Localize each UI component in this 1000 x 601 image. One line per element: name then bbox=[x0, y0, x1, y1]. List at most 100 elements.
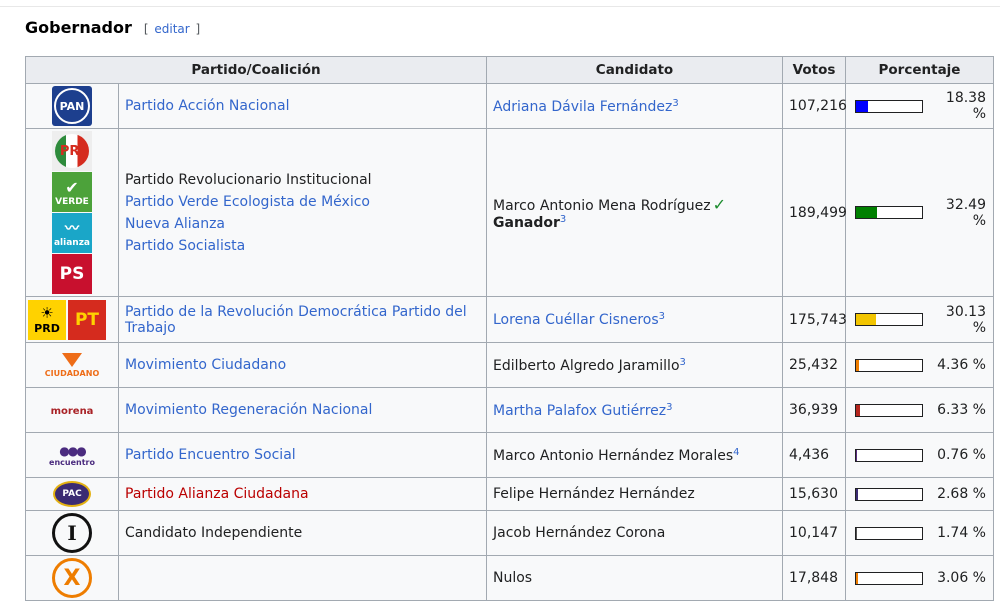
percent-bar-fill bbox=[856, 207, 878, 218]
candidate-name: Marco Antonio Hernández Morales bbox=[493, 447, 734, 464]
party-link[interactable]: Partido Acción Nacional bbox=[125, 98, 289, 114]
percent-bar-fill bbox=[856, 449, 857, 461]
header-percent: Porcentaje bbox=[845, 56, 994, 84]
candidate-name: Nulos bbox=[493, 570, 533, 586]
party-cell: Partido de la Revolución Democrática Par… bbox=[118, 296, 487, 343]
party-logo-cell: morena bbox=[25, 387, 119, 433]
party-cell: Movimiento Regeneración Nacional bbox=[118, 387, 487, 433]
percent-bar-fill bbox=[856, 314, 876, 325]
party-logo-cell: I bbox=[25, 510, 119, 556]
party-link[interactable]: Partido Socialista bbox=[125, 238, 245, 254]
party-link[interactable]: Movimiento Regeneración Nacional bbox=[125, 402, 372, 418]
party-link[interactable]: Partido de la Revolución Democrática Par… bbox=[125, 304, 467, 336]
encuentro-social-logo-icon: ●●● encuentro bbox=[49, 444, 95, 467]
footnote-ref[interactable]: 3 bbox=[680, 357, 686, 368]
votes-cell: 15,630 bbox=[782, 477, 846, 511]
footnote-ref[interactable]: 4 bbox=[733, 447, 739, 458]
candidate-cell: Edilberto Algredo Jaramillo3 bbox=[486, 342, 783, 388]
section-title: Gobernador bbox=[25, 18, 132, 37]
header-row: Partido/Coalición Candidato Votos Porcen… bbox=[25, 56, 994, 84]
party-cell: Partido Revolucionario Institucional Par… bbox=[118, 128, 487, 297]
percent-bar-fill bbox=[856, 404, 861, 416]
votes-cell: 17,848 bbox=[782, 555, 846, 601]
percent-value: 18.38 % bbox=[945, 90, 986, 122]
party-cell: Movimiento Ciudadano bbox=[118, 342, 487, 388]
percent-value: 4.36 % bbox=[937, 357, 986, 373]
percent-bar bbox=[855, 487, 923, 501]
table-row: PRI ✔ VERDE 〰 alianza PS Partido Revolucio… bbox=[25, 128, 994, 297]
votes-cell: 25,432 bbox=[782, 342, 846, 388]
percent-bar-fill bbox=[856, 572, 859, 584]
table-row: PAC Partido Alianza Ciudadana Felipe Her… bbox=[25, 477, 994, 511]
candidate-cell: Felipe Hernández Hernández bbox=[486, 477, 783, 511]
votes-cell: 4,436 bbox=[782, 432, 846, 478]
percent-cell: 18.38 % bbox=[845, 83, 994, 129]
percent-bar-fill bbox=[856, 359, 859, 371]
percent-cell: 1.74 % bbox=[845, 510, 994, 556]
percent-bar-fill bbox=[856, 527, 858, 539]
party-logo-cell: ☀ PRD PT bbox=[25, 296, 119, 343]
votes-cell: 36,939 bbox=[782, 387, 846, 433]
table-row: morena Movimiento Regeneración Nacional … bbox=[25, 387, 994, 433]
top-divider bbox=[0, 6, 1000, 7]
verde-logo-icon: ✔ VERDE bbox=[52, 172, 92, 212]
header-candidate: Candidato bbox=[486, 56, 783, 84]
percent-bar bbox=[855, 571, 923, 585]
candidate-name: Marco Antonio Mena Rodríguez bbox=[493, 197, 711, 214]
party-cell: Candidato Independiente bbox=[118, 510, 487, 556]
results-table: Partido/Coalición Candidato Votos Porcen… bbox=[25, 56, 994, 601]
edit-section: [ editar ] bbox=[143, 22, 201, 36]
candidate-cell: Lorena Cuéllar Cisneros3 bbox=[486, 296, 783, 343]
party-link[interactable]: Partido Encuentro Social bbox=[125, 447, 296, 463]
candidate-cell: Nulos bbox=[486, 555, 783, 601]
candidate-name: Edilberto Algredo Jaramillo bbox=[493, 357, 680, 374]
pan-logo-icon: PAN bbox=[52, 86, 92, 126]
percent-bar bbox=[855, 526, 923, 540]
percent-cell: 0.76 % bbox=[845, 432, 994, 478]
table-row: CIUDADANO Movimiento Ciudadano Edilberto… bbox=[25, 342, 994, 388]
candidate-cell: Martha Palafox Gutiérrez3 bbox=[486, 387, 783, 433]
footnote-ref[interactable]: 3 bbox=[560, 214, 566, 225]
percent-value: 0.76 % bbox=[937, 447, 986, 463]
prd-logo-icon: ☀ PRD bbox=[28, 299, 66, 340]
candidate-name: Jacob Hernández Corona bbox=[493, 525, 666, 541]
votes-cell: 10,147 bbox=[782, 510, 846, 556]
candidate-cell: Jacob Hernández Corona bbox=[486, 510, 783, 556]
party-link[interactable]: Nueva Alianza bbox=[125, 216, 225, 232]
votes-cell: 107,216 bbox=[782, 83, 847, 129]
percent-value: 6.33 % bbox=[937, 402, 986, 418]
party-link[interactable]: Movimiento Ciudadano bbox=[125, 357, 286, 373]
footnote-ref[interactable]: 3 bbox=[672, 98, 678, 109]
percent-bar-fill bbox=[856, 100, 869, 112]
footnote-ref[interactable]: 3 bbox=[666, 402, 672, 413]
party-logo-cell: CIUDADANO bbox=[25, 342, 119, 388]
candidate-link[interactable]: Adriana Dávila Fernández bbox=[493, 99, 672, 115]
table-row: I Candidato Independiente Jacob Hernánde… bbox=[25, 510, 994, 556]
edit-link[interactable]: editar bbox=[152, 22, 191, 36]
party-text: Candidato Independiente bbox=[125, 525, 303, 541]
footnote-ref[interactable]: 3 bbox=[659, 311, 665, 322]
percent-bar bbox=[855, 448, 923, 462]
party-text: Partido Revolucionario Institucional bbox=[125, 171, 372, 188]
party-link[interactable]: Partido Verde Ecologista de México bbox=[125, 194, 370, 210]
candidate-cell: Adriana Dávila Fernández3 bbox=[486, 83, 783, 129]
party-cell: Partido Alianza Ciudadana bbox=[118, 477, 487, 511]
percent-cell: 2.68 % bbox=[845, 477, 994, 511]
party-link[interactable]: Partido Alianza Ciudadana bbox=[125, 486, 309, 502]
party-logo-cell: X bbox=[25, 555, 119, 601]
percent-bar bbox=[855, 313, 923, 326]
nulos-logo-icon: X bbox=[52, 558, 92, 598]
section-heading: Gobernador [ editar ] bbox=[25, 18, 200, 42]
candidate-link[interactable]: Lorena Cuéllar Cisneros bbox=[493, 312, 659, 328]
check-icon: ✓ bbox=[712, 194, 727, 214]
party-cell bbox=[118, 555, 487, 601]
winner-label: Ganador bbox=[493, 214, 560, 231]
candidate-link[interactable]: Martha Palafox Gutiérrez bbox=[493, 403, 666, 419]
table-row: PAN Partido Acción Nacional Adriana Dávi… bbox=[25, 83, 994, 129]
percent-bar bbox=[855, 99, 923, 113]
party-cell: Partido Encuentro Social bbox=[118, 432, 487, 478]
header-votes: Votos bbox=[782, 56, 846, 84]
candidate-cell: Marco Antonio Hernández Morales4 bbox=[486, 432, 783, 478]
movimiento-ciudadano-logo-icon: CIUDADANO bbox=[45, 352, 99, 378]
table-row: ☀ PRD PT Partido de la Revolución Democrá… bbox=[25, 296, 994, 343]
